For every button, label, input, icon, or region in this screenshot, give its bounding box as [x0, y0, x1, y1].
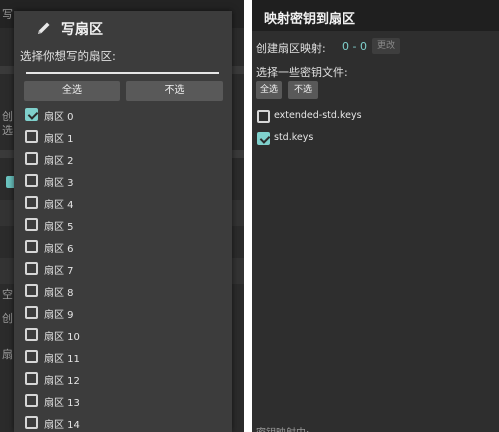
sector-item[interactable]: 扇区 5	[14, 214, 232, 236]
sector-label: 扇区 0	[44, 112, 74, 123]
select-all-button[interactable]: 全选	[24, 81, 120, 101]
sector-label: 扇区 6	[44, 244, 74, 255]
sector-checkbox[interactable]	[25, 240, 38, 253]
select-all-keys-button[interactable]: 全选	[256, 81, 282, 99]
sector-label: 扇区 5	[44, 222, 74, 233]
sector-label: 扇区 7	[44, 266, 74, 277]
sector-label: 扇区 9	[44, 310, 74, 321]
select-none-keys-button[interactable]: 不选	[288, 81, 318, 99]
sector-item[interactable]: 扇区 8	[14, 280, 232, 302]
select-none-button[interactable]: 不选	[126, 81, 223, 101]
sector-item[interactable]: 扇区 13	[14, 390, 232, 412]
key-file-label: extended-std.keys	[274, 110, 362, 121]
sector-item[interactable]: 扇区 0	[14, 104, 232, 126]
dialog-title-bar: 写扇区	[14, 11, 232, 43]
sector-item[interactable]: 扇区 7	[14, 258, 232, 280]
background-text: 写	[2, 8, 13, 21]
background-text: 创	[2, 312, 13, 325]
keys-prompt: 选择一些密钥文件:	[256, 66, 348, 79]
sector-checkbox[interactable]	[25, 306, 38, 319]
change-mapping-button[interactable]: 更改	[372, 38, 400, 54]
sector-label: 扇区 2	[44, 156, 74, 167]
sector-checkbox[interactable]	[25, 328, 38, 341]
write-sector-screen: 写 创 选 空 创 扇 写扇区 选择你想写的扇区: 全选 不选 扇区 0 扇区 1…	[0, 0, 244, 432]
key-file-item[interactable]: std.keys	[252, 129, 499, 149]
sector-checkbox[interactable]	[25, 152, 38, 165]
mapping-label: 创建扇区映射:	[256, 42, 326, 55]
sector-item[interactable]: 扇区 6	[14, 236, 232, 258]
background-text: 选	[2, 124, 13, 137]
sector-checkbox[interactable]	[25, 218, 38, 231]
background-text: 空	[2, 288, 13, 301]
key-file-checkbox[interactable]	[257, 110, 270, 123]
dialog-prompt: 选择你想写的扇区:	[20, 49, 116, 63]
dialog-title: 写扇区	[61, 22, 103, 38]
background-text: 扇	[2, 348, 13, 361]
sector-item[interactable]: 扇区 14	[14, 412, 232, 432]
sector-checkbox[interactable]	[25, 416, 38, 429]
sector-input[interactable]	[26, 64, 219, 74]
sector-checkbox[interactable]	[25, 196, 38, 209]
key-file-item[interactable]: extended-std.keys	[252, 107, 499, 127]
map-keys-screen: 映射密钥到扇区 创建扇区映射: 0 - 0 更改 选择一些密钥文件: 全选 不选…	[252, 0, 499, 432]
sector-checkbox[interactable]	[25, 372, 38, 385]
sector-label: 扇区 14	[44, 420, 80, 431]
key-file-label: std.keys	[274, 132, 314, 143]
sector-item[interactable]: 扇区 10	[14, 324, 232, 346]
sector-item[interactable]: 扇区 11	[14, 346, 232, 368]
sector-checkbox[interactable]	[25, 350, 38, 363]
sector-label: 扇区 1	[44, 134, 74, 145]
sector-checkbox[interactable]	[25, 174, 38, 187]
page-title: 映射密钥到扇区	[264, 12, 356, 27]
write-sector-dialog: 写扇区 选择你想写的扇区: 全选 不选 扇区 0 扇区 1 扇区 2 扇区 3 扇区 4…	[14, 11, 232, 432]
sector-label: 扇区 12	[44, 376, 80, 387]
pencil-icon	[38, 22, 50, 34]
sector-item[interactable]: 扇区 1	[14, 126, 232, 148]
key-file-checkbox[interactable]	[257, 132, 270, 145]
sector-label: 扇区 3	[44, 178, 74, 189]
sector-item[interactable]: 扇区 4	[14, 192, 232, 214]
sector-item[interactable]: 扇区 12	[14, 368, 232, 390]
sector-checkbox[interactable]	[25, 394, 38, 407]
sector-checkbox[interactable]	[25, 262, 38, 275]
sector-label: 扇区 13	[44, 398, 80, 409]
sector-checkbox[interactable]	[25, 108, 38, 121]
sector-item[interactable]: 扇区 9	[14, 302, 232, 324]
sector-checkbox[interactable]	[25, 284, 38, 297]
sector-label: 扇区 4	[44, 200, 74, 211]
sector-label: 扇区 8	[44, 288, 74, 299]
sector-item[interactable]: 扇区 2	[14, 148, 232, 170]
mapping-status-text: 密钥映射中:	[256, 424, 309, 432]
sector-item[interactable]: 扇区 3	[14, 170, 232, 192]
sector-label: 扇区 11	[44, 354, 80, 365]
sector-checkbox[interactable]	[25, 130, 38, 143]
mapping-value: 0 - 0	[342, 40, 367, 53]
app-header: 映射密钥到扇区	[252, 0, 499, 31]
sector-label: 扇区 10	[44, 332, 80, 343]
